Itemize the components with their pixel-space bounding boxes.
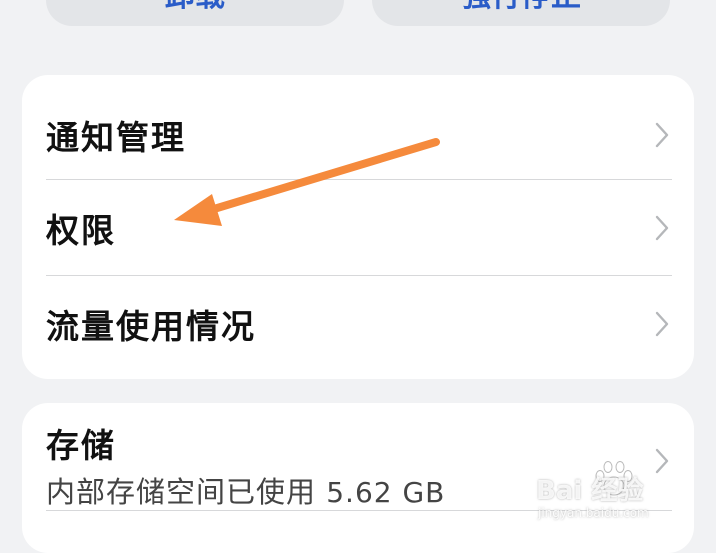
force-stop-button[interactable]: 强行停止 [372,0,670,26]
data-usage-label: 流量使用情况 [46,307,256,346]
notification-management-row[interactable]: 通知管理 [22,87,694,183]
storage-usage-value: 5.62 GB [326,476,446,509]
app-settings-card: 通知管理 权限 流量使用情况 [22,75,694,379]
chevron-right-icon [655,122,669,148]
storage-title: 存储 [46,426,116,465]
uninstall-button-label: 卸载 [46,0,344,12]
row-divider [46,510,672,511]
permissions-row[interactable]: 权限 [22,180,694,276]
storage-usage-text: 内部存储空间已使用 5.62 GB [46,469,445,511]
uninstall-button[interactable]: 卸载 [46,0,344,26]
storage-card[interactable]: 存储 内部存储空间已使用 5.62 GB [22,403,694,553]
storage-usage-prefix: 内部存储空间已使用 [46,475,317,509]
permissions-label: 权限 [46,211,116,250]
chevron-right-icon [655,448,669,474]
notification-management-label: 通知管理 [46,118,186,157]
chevron-right-icon [655,311,669,337]
data-usage-row[interactable]: 流量使用情况 [22,276,694,372]
force-stop-button-label: 强行停止 [372,0,670,12]
chevron-right-icon [655,215,669,241]
